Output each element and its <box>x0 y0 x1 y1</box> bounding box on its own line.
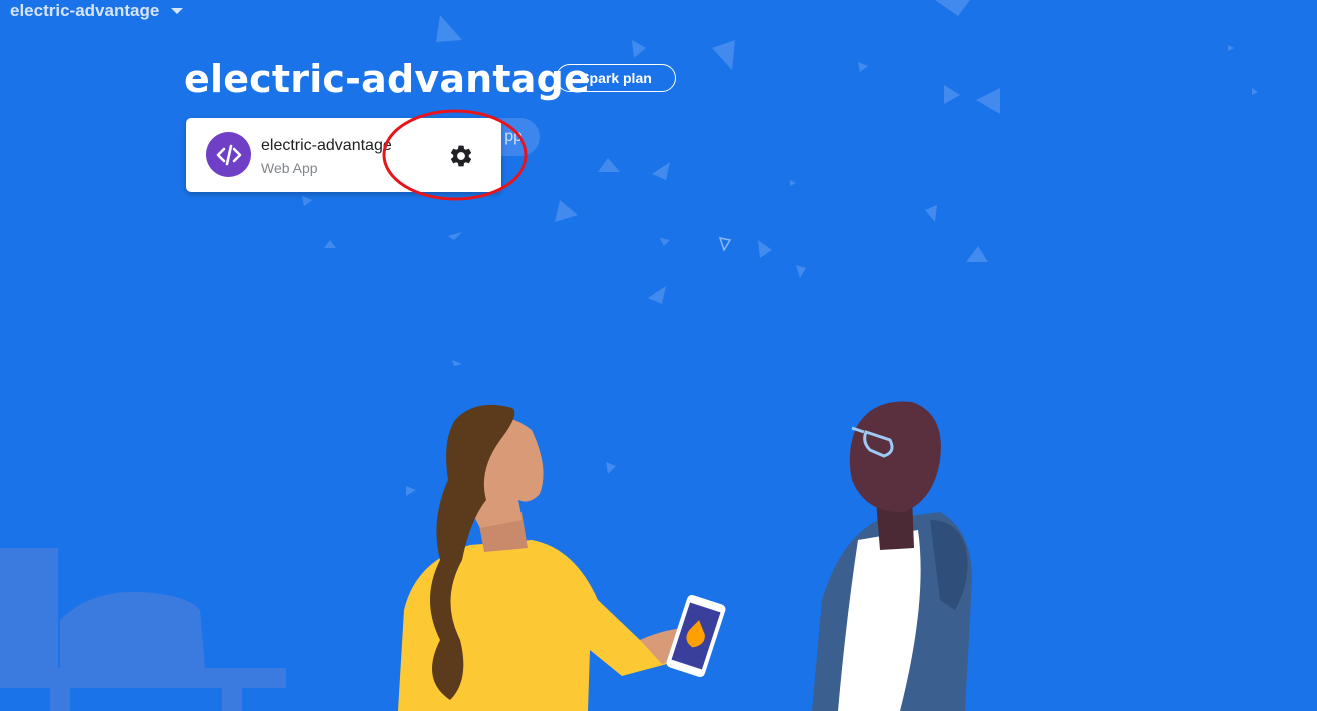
app-type: Web App <box>261 160 318 176</box>
project-switcher[interactable]: electric-advantage <box>10 0 184 22</box>
code-brackets-icon <box>206 132 251 177</box>
gear-icon <box>450 145 472 167</box>
app-settings-button[interactable] <box>445 140 477 172</box>
dropdown-caret-icon <box>171 8 184 14</box>
app-name: electric-advantage <box>261 137 392 154</box>
project-switcher-label: electric-advantage <box>10 1 160 20</box>
woman-illustration <box>398 404 726 711</box>
project-overview-page: electric-advantage electric-advantage Sp… <box>0 0 1317 711</box>
man-illustration <box>812 401 972 711</box>
background-illustration <box>0 0 1258 711</box>
app-card[interactable]: electric-advantage Web App <box>186 118 501 192</box>
add-app-label: pp <box>504 128 522 145</box>
desk-silhouette <box>0 548 286 711</box>
spark-plan-button[interactable]: Spark plan <box>556 64 676 92</box>
page-title: electric-advantage <box>184 57 591 101</box>
